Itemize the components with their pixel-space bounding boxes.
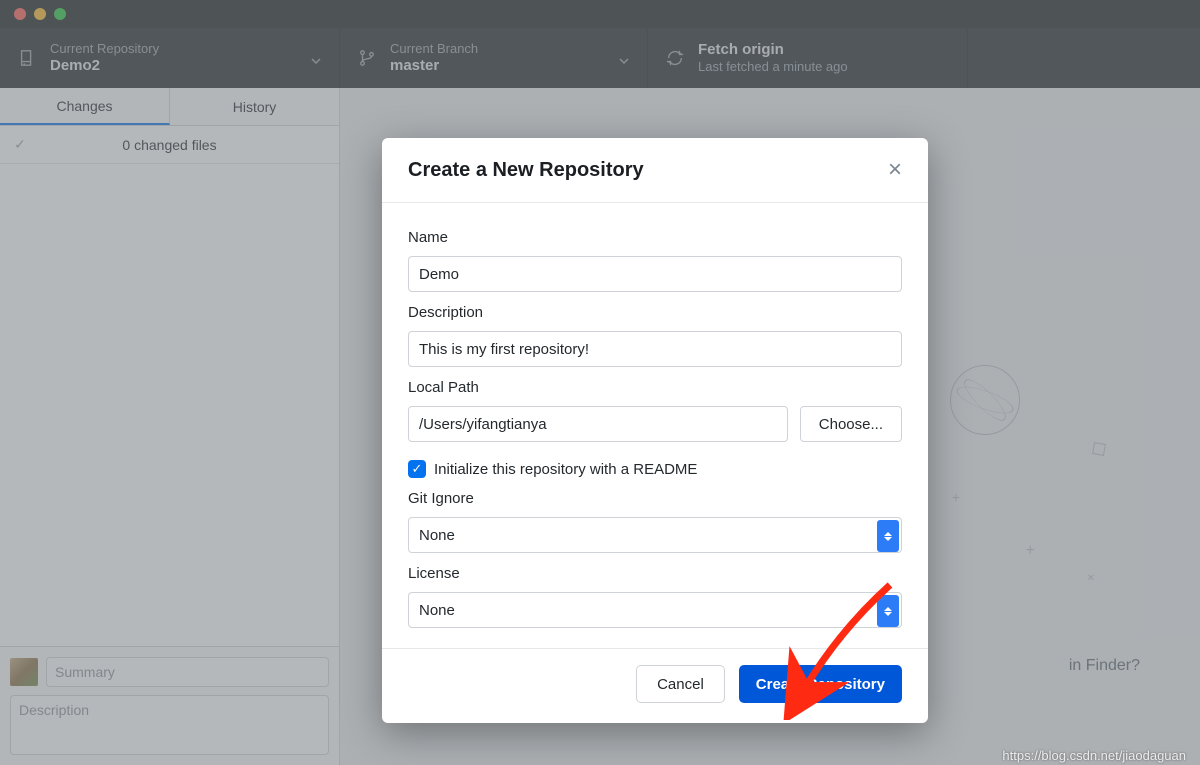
license-value: None — [419, 602, 455, 619]
local-path-input[interactable] — [408, 406, 788, 442]
readme-checkbox[interactable]: ✓ — [408, 460, 426, 478]
local-path-label: Local Path — [408, 379, 902, 396]
initialize-readme-row[interactable]: ✓ Initialize this repository with a READ… — [408, 460, 902, 478]
gitignore-value: None — [419, 527, 455, 544]
description-label: Description — [408, 304, 902, 321]
create-repository-button[interactable]: Create Repository — [739, 665, 902, 703]
gitignore-label: Git Ignore — [408, 490, 902, 507]
gitignore-select[interactable]: None — [408, 517, 902, 553]
name-input[interactable] — [408, 256, 902, 292]
select-stepper-icon — [877, 520, 899, 552]
cancel-button[interactable]: Cancel — [636, 665, 725, 703]
license-label: License — [408, 565, 902, 582]
dialog-title: Create a New Repository — [408, 159, 644, 182]
select-stepper-icon — [877, 595, 899, 627]
close-icon[interactable]: × — [888, 158, 902, 182]
name-label: Name — [408, 229, 902, 246]
description-input[interactable] — [408, 331, 902, 367]
choose-path-button[interactable]: Choose... — [800, 406, 902, 442]
license-select[interactable]: None — [408, 592, 902, 628]
readme-label: Initialize this repository with a README — [434, 461, 697, 478]
watermark-text: https://blog.csdn.net/jiaodaguan — [1002, 748, 1186, 763]
create-repository-dialog: Create a New Repository × Name Descripti… — [382, 138, 928, 723]
